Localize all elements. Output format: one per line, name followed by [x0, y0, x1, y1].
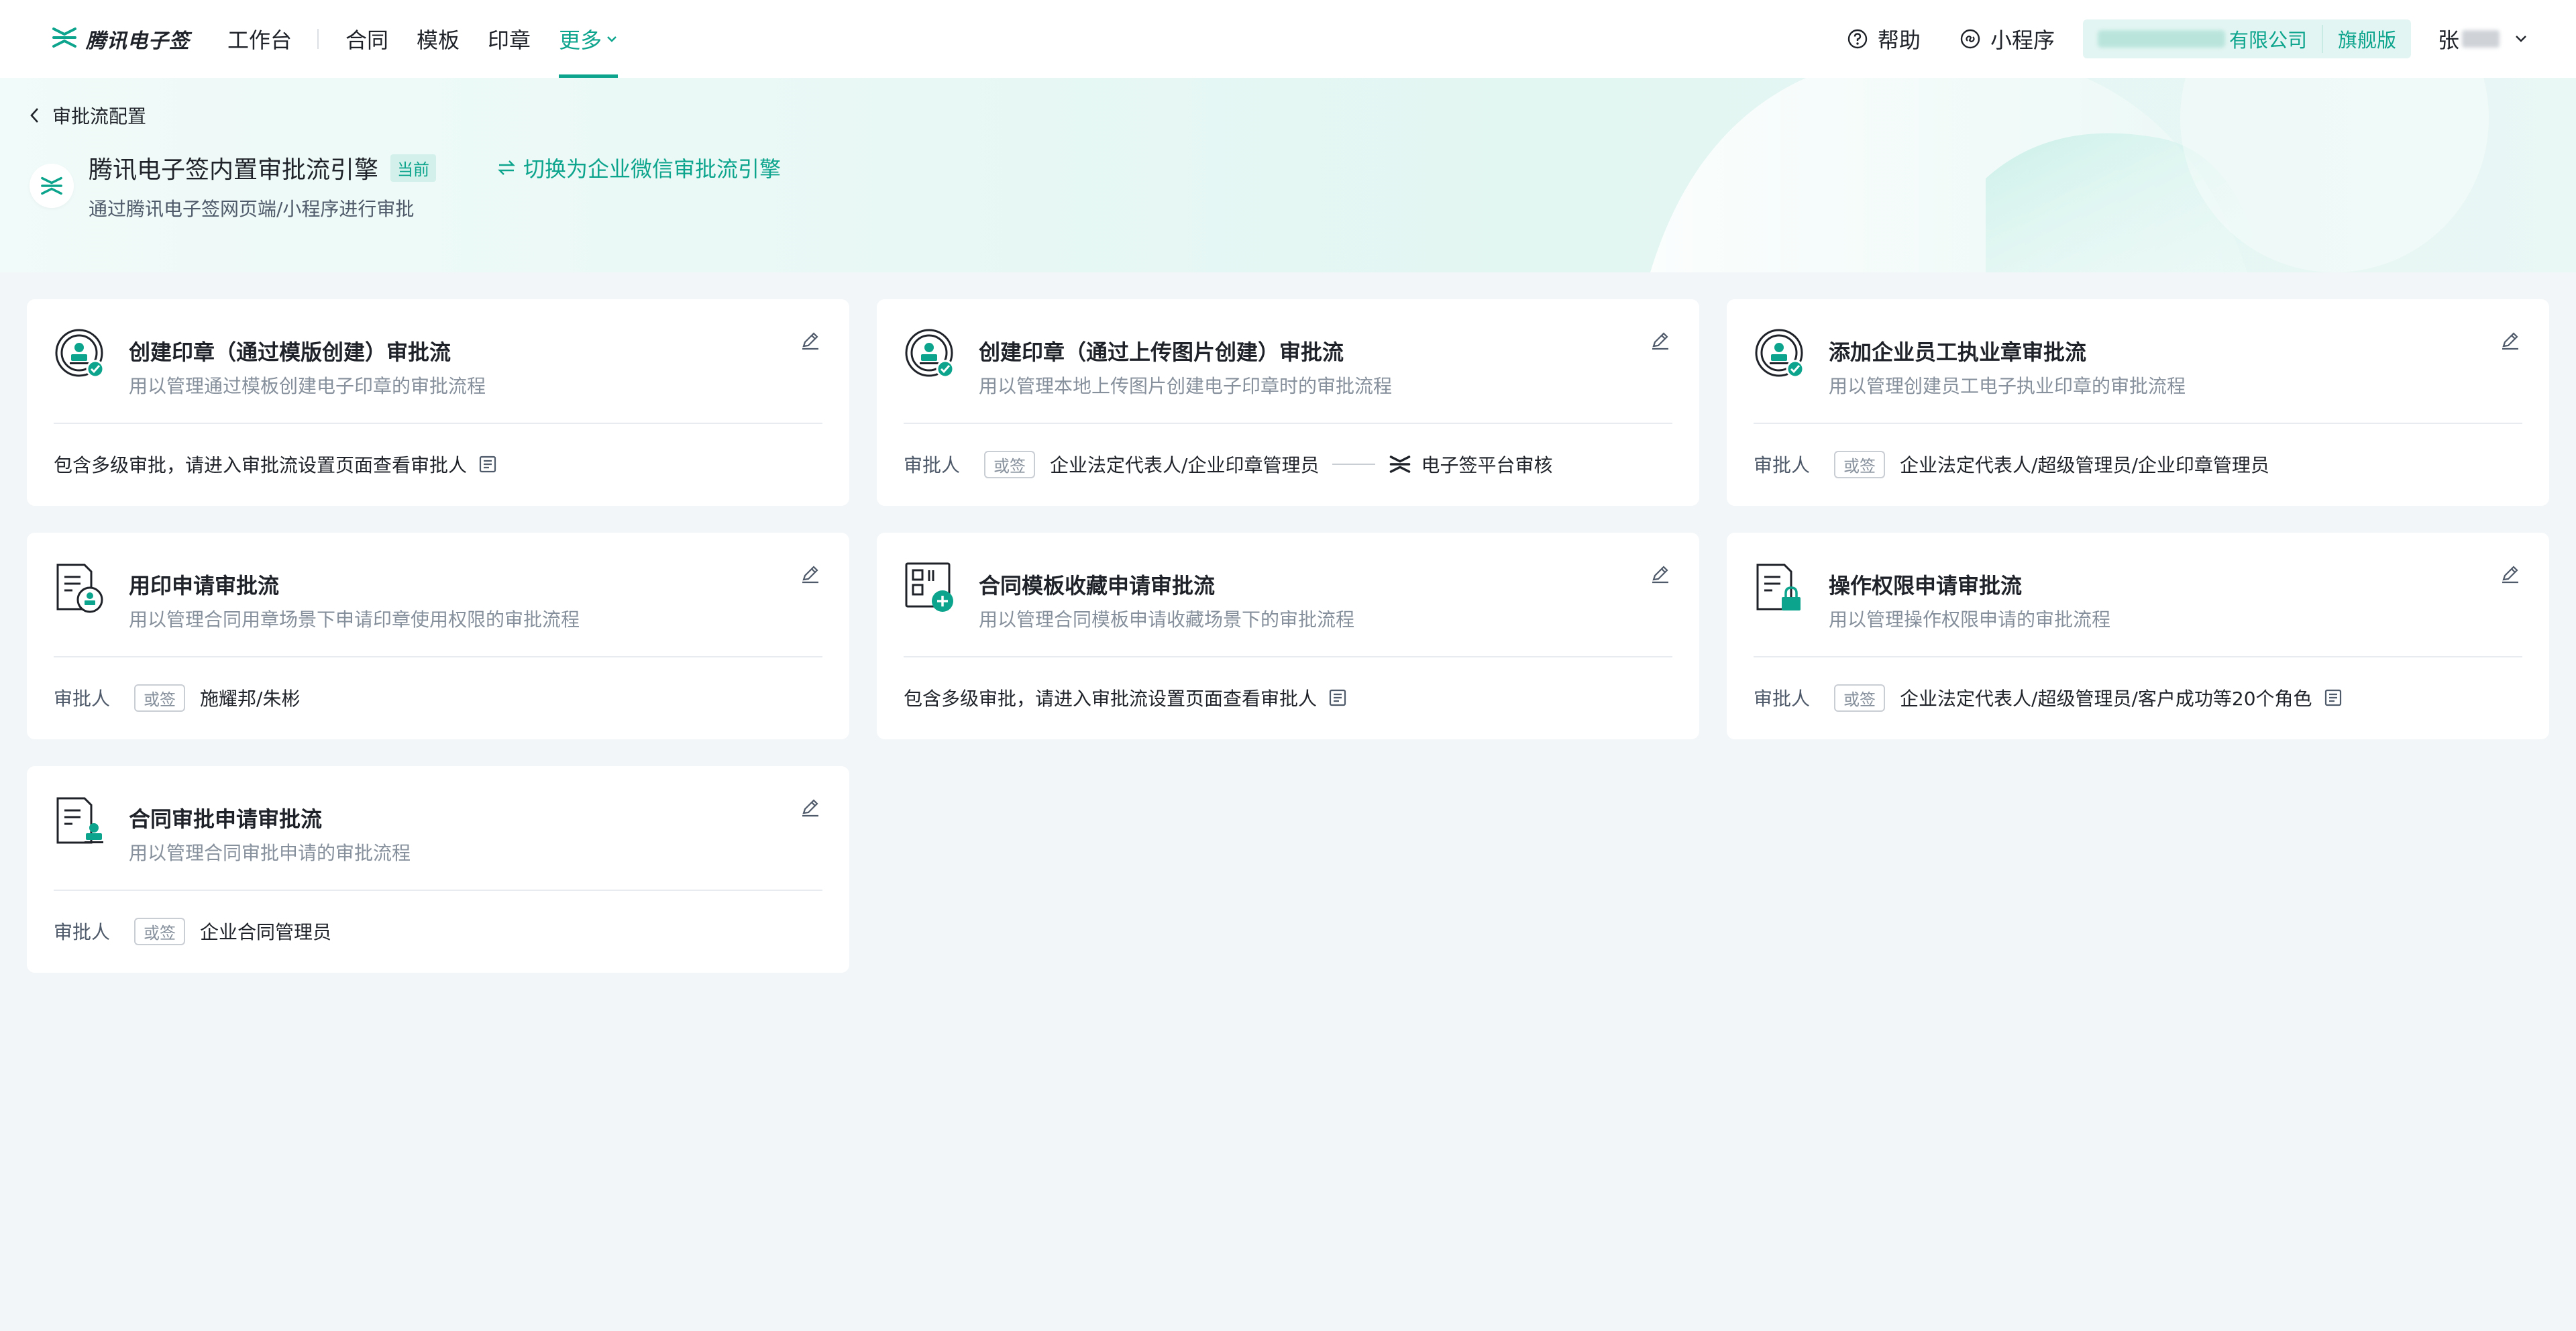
company-switcher[interactable]: 有限公司 旗舰版	[2082, 19, 2411, 58]
miniprogram-label: 小程序	[1990, 28, 2055, 53]
card-title: 操作权限申请审批流	[1829, 573, 2023, 598]
card-description: 用以管理操作权限申请的审批流程	[1829, 608, 2111, 631]
or-sign-tag: 或签	[1834, 684, 1886, 712]
engine-title: 腾讯电子签内置审批流引擎	[89, 156, 379, 184]
nav-contract[interactable]: 合同	[345, 0, 388, 78]
approver-names: 施耀邦/朱彬	[200, 688, 301, 710]
edit-icon[interactable]	[798, 562, 822, 586]
card-title: 用印申请审批流	[129, 573, 280, 598]
list-detail-icon[interactable]	[478, 454, 498, 474]
approval-flow-card[interactable]: 添加企业员工执业章审批流 用以管理创建员工电子执业印章的审批流程 审批人 或签 …	[1727, 299, 2549, 506]
card-title: 创建印章（通过上传图片创建）审批流	[979, 339, 1344, 365]
logo-icon	[51, 26, 78, 52]
chevron-down-icon	[2514, 34, 2528, 44]
seal-template-icon	[54, 327, 107, 381]
back-link[interactable]: 审批流配置	[30, 102, 146, 129]
employee-seal-icon	[1754, 327, 1807, 381]
contract-approval-icon	[54, 794, 107, 848]
approver-label: 审批人	[1754, 688, 1811, 710]
approver-names: 企业法定代表人/企业印章管理员	[1050, 454, 1320, 476]
approval-flow-card[interactable]: 合同模板收藏申请审批流 用以管理合同模板申请收藏场景下的审批流程 包含多级审批，…	[877, 533, 1699, 739]
approval-flow-card[interactable]: 创建印章（通过上传图片创建）审批流 用以管理本地上传图片创建电子印章时的审批流程…	[877, 299, 1699, 506]
chevron-left-icon	[30, 107, 40, 124]
help-link[interactable]: 帮助	[1847, 23, 1921, 54]
nav-seal[interactable]: 印章	[488, 0, 531, 78]
switch-engine-link[interactable]: 切换为企业微信审批流引擎	[496, 152, 781, 183]
approver-names: 企业法定代表人/超级管理员/客户成功等20个角色	[1900, 688, 2312, 710]
flow-connector	[1332, 464, 1376, 465]
help-label: 帮助	[1877, 28, 1921, 53]
nav-divider	[317, 29, 319, 49]
user-menu[interactable]: 张	[2438, 23, 2528, 54]
card-title: 合同审批申请审批流	[129, 806, 323, 832]
list-detail-icon[interactable]	[2323, 688, 2343, 708]
seal-request-icon	[54, 561, 107, 615]
approver-names: 企业合同管理员	[200, 921, 332, 943]
or-sign-tag: 或签	[984, 450, 1036, 478]
card-description: 用以管理通过模板创建电子印章的审批流程	[129, 375, 486, 397]
approval-flow-card[interactable]: 用印申请审批流 用以管理合同用章场景下申请印章使用权限的审批流程 审批人 或签 …	[27, 533, 849, 739]
or-sign-tag: 或签	[134, 684, 186, 712]
card-description: 用以管理合同模板申请收藏场景下的审批流程	[979, 608, 1355, 631]
list-detail-icon[interactable]	[1328, 688, 1348, 708]
engine-logo-icon	[30, 164, 74, 208]
company-name: 有限公司	[2083, 25, 2322, 53]
edit-icon[interactable]	[1648, 562, 1672, 586]
chevron-down-icon	[606, 35, 618, 43]
approver-label: 审批人	[904, 454, 961, 476]
edit-icon[interactable]	[2498, 329, 2522, 353]
approver-names: 企业法定代表人/超级管理员/企业印章管理员	[1900, 454, 2269, 476]
engine-subtitle: 通过腾讯电子签网页端/小程序进行审批	[89, 198, 415, 220]
card-title: 创建印章（通过模版创建）审批流	[129, 339, 451, 365]
banner-decoration	[1650, 78, 2489, 272]
help-icon	[1847, 28, 1868, 50]
user-name-redacted	[2462, 30, 2500, 48]
card-description: 用以管理本地上传图片创建电子印章时的审批流程	[979, 375, 1393, 397]
switch-icon	[496, 159, 517, 176]
approval-flow-card[interactable]: 合同审批申请审批流 用以管理合同审批申请的审批流程 审批人 或签 企业合同管理员	[27, 766, 849, 973]
user-name-initial: 张	[2437, 28, 2459, 53]
edit-icon[interactable]	[1648, 329, 1672, 353]
multi-level-note: 包含多级审批，请进入审批流设置页面查看审批人	[904, 688, 1318, 710]
logo[interactable]: 腾讯电子签	[51, 24, 190, 54]
card-description: 用以管理创建员工电子执业印章的审批流程	[1829, 375, 2186, 397]
nav-workbench[interactable]: 工作台	[227, 0, 292, 78]
platform-logo-icon	[1389, 454, 1411, 474]
top-nav: 腾讯电子签 工作台 合同 模板 印章 更多 帮助 小程序 有限公司 旗舰版 张	[0, 0, 2576, 78]
nav-template[interactable]: 模板	[417, 0, 460, 78]
edition-badge: 旗舰版	[2321, 25, 2411, 53]
card-description: 用以管理合同审批申请的审批流程	[129, 842, 411, 864]
card-title: 合同模板收藏申请审批流	[979, 573, 1216, 598]
miniprogram-link[interactable]: 小程序	[1960, 23, 2055, 54]
edit-icon[interactable]	[798, 329, 822, 353]
template-favorite-icon	[904, 561, 957, 615]
card-description: 用以管理合同用章场景下申请印章使用权限的审批流程	[129, 608, 580, 631]
nav-more-label: 更多	[559, 28, 602, 53]
permission-lock-icon	[1754, 561, 1807, 615]
multi-level-note: 包含多级审批，请进入审批流设置页面查看审批人	[54, 454, 468, 476]
back-label: 审批流配置	[52, 105, 147, 127]
platform-review-label: 电子签平台审核	[1421, 454, 1553, 476]
company-name-redacted	[2097, 30, 2225, 48]
edit-icon[interactable]	[798, 796, 822, 820]
miniprogram-icon	[1960, 28, 1981, 50]
approver-label: 审批人	[54, 921, 111, 943]
engine-banner: 审批流配置 腾讯电子签内置审批流引擎 当前 切换为企业微信审批流引擎 通过腾讯电…	[0, 78, 2576, 272]
nav-more[interactable]: 更多	[559, 0, 619, 78]
engine-info: 腾讯电子签内置审批流引擎 当前 切换为企业微信审批流引擎 通过腾讯电子签网页端/…	[30, 150, 781, 221]
or-sign-tag: 或签	[134, 917, 186, 945]
current-badge: 当前	[390, 154, 437, 182]
or-sign-tag: 或签	[1834, 450, 1886, 478]
logo-text: 腾讯电子签	[86, 30, 190, 53]
card-title: 添加企业员工执业章审批流	[1829, 339, 2087, 365]
approval-flow-card[interactable]: 创建印章（通过模版创建）审批流 用以管理通过模板创建电子印章的审批流程 包含多级…	[27, 299, 849, 506]
approval-flow-card[interactable]: 操作权限申请审批流 用以管理操作权限申请的审批流程 审批人 或签 企业法定代表人…	[1727, 533, 2549, 739]
approver-label: 审批人	[1754, 454, 1811, 476]
edit-icon[interactable]	[2498, 562, 2522, 586]
approver-label: 审批人	[54, 688, 111, 710]
seal-upload-icon	[904, 327, 957, 381]
company-name-suffix: 有限公司	[2229, 29, 2307, 52]
switch-engine-label: 切换为企业微信审批流引擎	[523, 156, 782, 182]
